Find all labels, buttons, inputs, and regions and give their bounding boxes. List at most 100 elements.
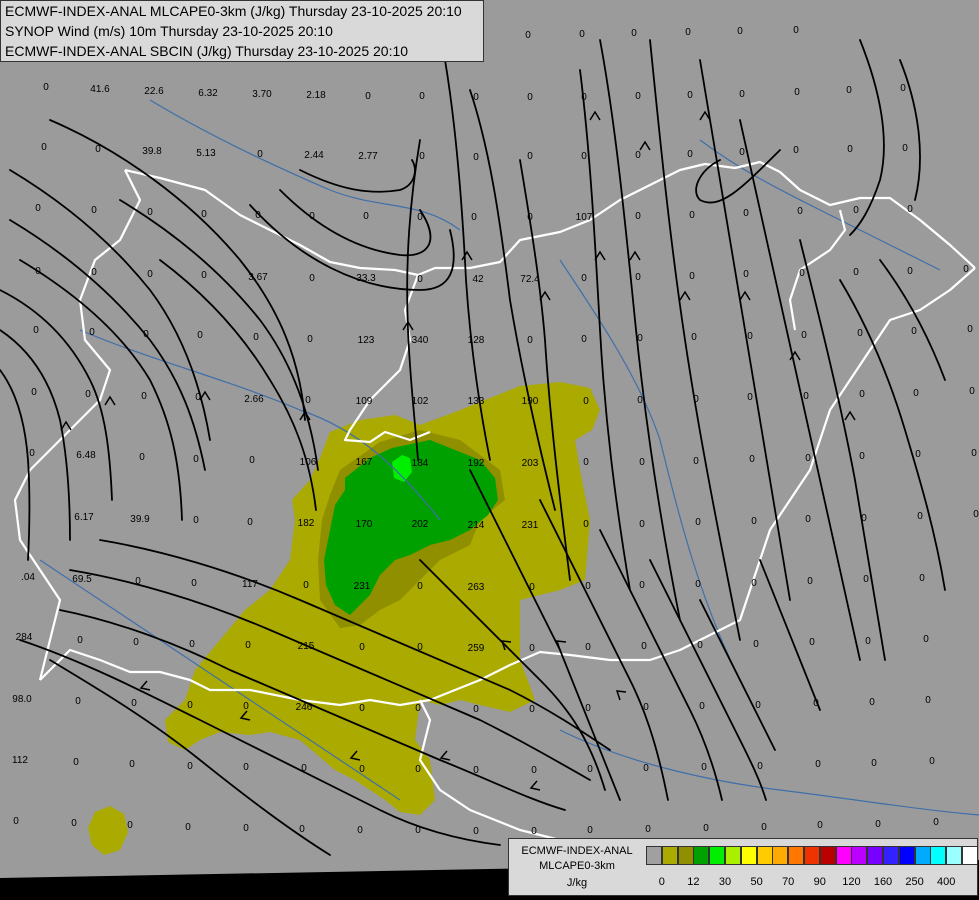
legend-swatch <box>725 846 741 865</box>
legend-title-source: ECMWF-INDEX-ANAL <box>521 845 633 857</box>
weather-map: 0 41.6 22.6 6.32 3.70 2.18 0 0 0 0 0 0 0 0 0 0 0 0 0 0 0 0 0 0 0… <box>0 0 979 900</box>
grid-value: 0 <box>761 822 767 833</box>
grid-value: 0 <box>581 92 587 103</box>
grid-value: 0 <box>859 389 865 400</box>
grid-value: 0 <box>473 92 479 103</box>
grid-value: 0 <box>639 519 645 530</box>
legend-swatch <box>788 846 805 865</box>
grid-value: 0 <box>201 209 207 220</box>
grid-value: 0 <box>531 765 537 776</box>
grid-value: 0 <box>695 579 701 590</box>
grid-value: 0 <box>631 28 637 39</box>
grid-value: 0 <box>147 269 153 280</box>
grid-value: 215 <box>298 641 315 652</box>
grid-value: 107 <box>576 212 593 223</box>
grid-value: 0 <box>585 703 591 714</box>
legend-tick-label: 30 <box>718 876 732 888</box>
grid-value: 170 <box>356 519 373 530</box>
title-line-wind: SYNOP Wind (m/s) 10m Thursday 23-10-2025… <box>5 23 333 39</box>
grid-value: 39.9 <box>130 514 150 525</box>
legend-swatch <box>819 846 836 865</box>
grid-value: 190 <box>522 396 539 407</box>
grid-value: 203 <box>522 458 539 469</box>
grid-value: 0 <box>31 387 37 398</box>
grid-value: 0 <box>635 211 641 222</box>
grid-value: 0 <box>147 207 153 218</box>
legend-swatch <box>740 846 757 865</box>
grid-value: 0 <box>527 92 533 103</box>
grid-value: 0 <box>257 149 263 160</box>
grid-value: 0 <box>693 456 699 467</box>
grid-value: 0 <box>637 395 643 406</box>
grid-value: 0 <box>309 273 315 284</box>
grid-value: 0 <box>799 268 805 279</box>
grid-value: 0 <box>801 330 807 341</box>
grid-value: 0 <box>417 212 423 223</box>
legend-tick-label: 400 <box>937 876 956 888</box>
grid-value: 0 <box>969 386 975 397</box>
legend-swatch <box>914 846 931 865</box>
legend-swatch <box>946 846 963 865</box>
legend-swatch <box>709 846 726 865</box>
grid-value: 0 <box>793 25 799 36</box>
grid-value: 2.18 <box>306 90 326 101</box>
grid-value: 231 <box>354 581 371 592</box>
legend-tick-label: 250 <box>905 876 924 888</box>
grid-value: 0 <box>807 576 813 587</box>
grid-value: 0 <box>693 394 699 405</box>
grid-value: 0 <box>587 825 593 836</box>
grid-value: 0 <box>91 267 97 278</box>
grid-value: 192 <box>468 458 485 469</box>
grid-value: 0 <box>585 581 591 592</box>
grid-value: 0 <box>871 758 877 769</box>
grid-value: 123 <box>358 335 375 346</box>
grid-value: 0 <box>71 818 77 829</box>
grid-value: 0 <box>473 765 479 776</box>
grid-value: 0 <box>687 149 693 160</box>
grid-value: 3.67 <box>248 272 268 283</box>
grid-value: 0 <box>419 91 425 102</box>
grid-value: 0 <box>967 324 973 335</box>
grid-value: 0 <box>689 271 695 282</box>
grid-value: 41.6 <box>90 84 110 95</box>
grid-value: 0 <box>902 143 908 154</box>
grid-value: 0 <box>299 824 305 835</box>
grid-value: 0 <box>473 152 479 163</box>
grid-value: 0 <box>915 449 921 460</box>
grid-value: 0 <box>853 267 859 278</box>
grid-value: 6.48 <box>76 450 96 461</box>
legend-swatch <box>772 846 789 865</box>
grid-value: 0 <box>907 266 913 277</box>
legend-swatch <box>677 846 694 865</box>
legend-tick-label: 90 <box>813 876 826 888</box>
grid-value: 167 <box>356 457 373 468</box>
grid-value: 0 <box>805 453 811 464</box>
grid-value: 0 <box>751 578 757 589</box>
grid-value: 0 <box>639 580 645 591</box>
legend-swatch <box>835 846 852 865</box>
grid-value: 0 <box>635 91 641 102</box>
grid-value: 0 <box>131 698 137 709</box>
grid-value: 0 <box>243 701 249 712</box>
grid-value: 0 <box>900 83 906 94</box>
grid-value: 0 <box>13 816 19 827</box>
grid-value: 0 <box>305 395 311 406</box>
grid-value: 0 <box>359 642 365 653</box>
grid-value: 0 <box>247 517 253 528</box>
legend-swatch <box>756 846 773 865</box>
grid-value: 0 <box>585 642 591 653</box>
grid-value: 0 <box>913 388 919 399</box>
legend: ECMWF-INDEX-ANAL MLCAPE0-3km J/kg 0 12 30 5… <box>508 838 978 896</box>
legend-swatch <box>693 846 710 865</box>
grid-value: 0 <box>793 145 799 156</box>
grid-value: 0 <box>971 448 977 459</box>
grid-value: 214 <box>468 520 485 531</box>
grid-value: 0 <box>135 576 141 587</box>
grid-value: 0 <box>189 639 195 650</box>
grid-value: 0 <box>817 820 823 831</box>
grid-value: 0 <box>35 266 41 277</box>
grid-value: 231 <box>522 520 539 531</box>
legend-swatch <box>851 846 868 865</box>
grid-value: 184 <box>412 458 429 469</box>
grid-value: 0 <box>419 151 425 162</box>
